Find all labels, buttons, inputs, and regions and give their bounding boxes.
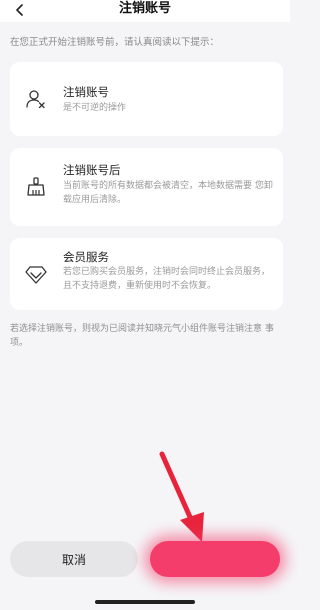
annotation-arrow-icon — [159, 451, 204, 542]
page-title: 注销账号 — [118, 1, 171, 16]
notice-card-membership: 会员服务 若您已购买会员服务，注销时会同时终止会员服务，且不支持退费，重新使用时… — [10, 238, 283, 310]
card-title: 注销账号后 — [63, 163, 121, 177]
card-description: 若您已购买会员服务，注销时会同时终止会员服务，且不支持退费，重新使用时不会恢复。 — [63, 267, 271, 291]
diamond-icon — [25, 266, 47, 284]
card-description: 当前账号的所有数据都会被清空，本地数据需要 您卸载应用后清除。 — [63, 181, 273, 205]
card-title: 注销账号 — [63, 85, 109, 99]
intro-text: 在您正式开始注销账号前，请认真阅读以下提示： — [10, 37, 220, 48]
cancel-button[interactable]: 取消 — [10, 541, 138, 577]
agreement-note: 若选择注销账号，则视为已阅读并知晓元气小组件账号注销注意 事项。 — [10, 324, 274, 348]
card-description: 是不可逆的操作 — [63, 103, 127, 113]
home-indicator — [95, 600, 195, 604]
notice-card-irreversible: 注销账号 是不可逆的操作 — [10, 62, 283, 136]
card-title: 会员服务 — [63, 250, 109, 264]
notice-card-data-cleared: 注销账号后 当前账号的所有数据都会被清空，本地数据需要 您卸载应用后清除。 — [10, 148, 283, 226]
broom-icon — [27, 177, 45, 196]
user-remove-icon — [26, 90, 45, 109]
confirm-delete-button[interactable] — [150, 541, 280, 577]
header: 注销账号 — [0, 0, 290, 22]
